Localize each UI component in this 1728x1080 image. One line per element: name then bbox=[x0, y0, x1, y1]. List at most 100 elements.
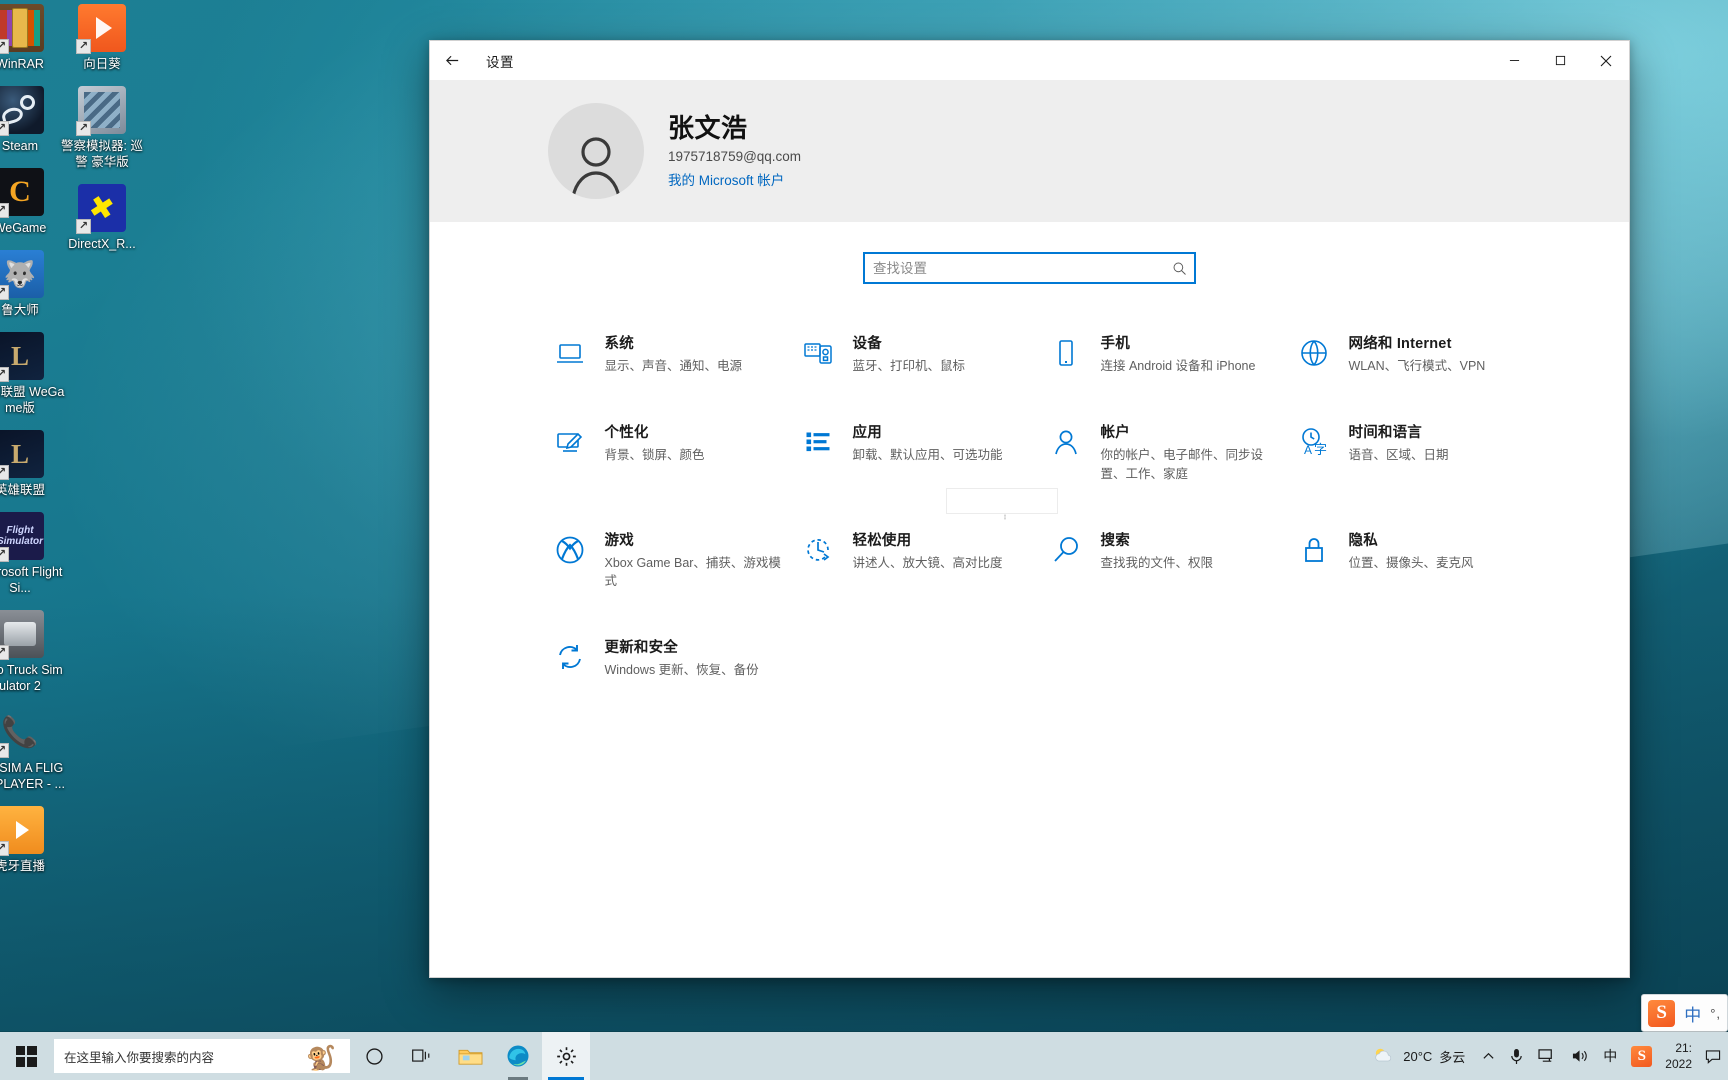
volume-button[interactable] bbox=[1564, 1032, 1596, 1080]
magnifier-icon bbox=[1045, 529, 1087, 571]
tile-title: 应用 bbox=[852, 425, 882, 442]
tile-phone[interactable]: 手机 连接 Android 设备和 iPhone bbox=[1039, 326, 1287, 383]
search-input[interactable] bbox=[865, 255, 1164, 281]
close-icon bbox=[1600, 55, 1612, 66]
tile-text: 个性化 背景、锁屏、颜色 bbox=[605, 423, 705, 464]
winrar-icon: ↗ bbox=[0, 4, 44, 54]
sogou-ime-floating-bar[interactable]: S 中 °, bbox=[1641, 994, 1728, 1032]
tile-title: 帐户 bbox=[1100, 425, 1130, 442]
desktop-icon-label: 英雄联盟 WeGame版 bbox=[0, 385, 65, 415]
tile-text: 隐私 位置、摄像头、麦克风 bbox=[1349, 531, 1474, 572]
start-button[interactable] bbox=[0, 1032, 52, 1080]
tile-gaming[interactable]: 游戏 Xbox Game Bar、捕获、游戏模式 bbox=[543, 523, 791, 598]
weather-temperature: 20°C bbox=[1403, 1048, 1433, 1064]
tile-search[interactable]: 搜索 查找我的文件、权限 bbox=[1039, 523, 1287, 598]
weather-widget[interactable]: 20°C 多云 bbox=[1358, 1032, 1475, 1080]
desktop-icon-directx[interactable]: ✖ ↗ DirectX_R... bbox=[56, 184, 148, 252]
tile-time-language[interactable]: A 字 时间和语言 语音、区域、日期 bbox=[1287, 415, 1535, 490]
file-explorer-button[interactable] bbox=[446, 1032, 494, 1080]
desktop-icon-msfs[interactable]: FlightSimulator↗ Microsoft Flight Si... bbox=[0, 512, 66, 596]
tile-subtitle: Windows 更新、恢复、备份 bbox=[604, 663, 759, 678]
taskbar-search-box[interactable]: 在这里输入你要搜索的内容 🐒 bbox=[54, 1039, 350, 1073]
tile-subtitle: 查找我的文件、权限 bbox=[1100, 555, 1214, 570]
network-button[interactable] bbox=[1531, 1032, 1564, 1080]
tile-personalization[interactable]: 个性化 背景、锁屏、颜色 bbox=[543, 415, 791, 490]
tile-accounts[interactable]: 帐户 你的帐户、电子邮件、同步设置、工作、家庭 bbox=[1039, 415, 1287, 490]
desktop-icon-label: DirectX_R... bbox=[68, 237, 136, 251]
desktop-icon-police-simulator[interactable]: ↗ 警察模拟器: 巡警 豪华版 bbox=[56, 86, 148, 170]
tile-privacy[interactable]: 隐私 位置、摄像头、麦克风 bbox=[1287, 523, 1535, 598]
monkey-mascot-icon: 🐒 bbox=[306, 1045, 336, 1072]
account-person-icon bbox=[1045, 421, 1087, 463]
cortana-button[interactable] bbox=[350, 1032, 398, 1080]
search-area bbox=[430, 222, 1629, 284]
search-box[interactable] bbox=[863, 252, 1196, 284]
tile-subtitle: 你的帐户、电子邮件、同步设置、工作、家庭 bbox=[1100, 448, 1264, 481]
close-button[interactable] bbox=[1583, 41, 1629, 80]
tile-title: 网络和 Internet bbox=[1348, 336, 1452, 352]
phone-icon bbox=[1045, 332, 1087, 374]
show-hidden-icons-button[interactable] bbox=[1475, 1032, 1502, 1080]
monitor-icon bbox=[549, 332, 591, 374]
tile-title: 更新和安全 bbox=[604, 640, 678, 656]
tile-text: 轻松使用 讲述人、放大镜、高对比度 bbox=[853, 531, 1003, 572]
clock[interactable]: 21: 2022 bbox=[1659, 1032, 1702, 1080]
tile-text: 帐户 你的帐户、电子邮件、同步设置、工作、家庭 bbox=[1101, 423, 1281, 482]
settings-body: 系统 显示、声音、通知、电源 设备 bbox=[430, 222, 1629, 977]
ime-mode-label[interactable]: 中 bbox=[1684, 1001, 1701, 1026]
cortana-circle-icon bbox=[365, 1047, 383, 1065]
window-title: 设置 bbox=[486, 54, 514, 70]
tile-text: 系统 显示、声音、通知、电源 bbox=[605, 334, 743, 375]
settings-tiles-grid: 系统 显示、声音、通知、电源 设备 蓝牙、打印机、鼠标 手机 连接 Androi… bbox=[525, 326, 1535, 687]
desktop-icon-sunflower[interactable]: ↗ 向日葵 bbox=[56, 4, 148, 72]
flight-simulator-icon: Flight Simulator ↗ bbox=[0, 512, 44, 562]
microphone-button[interactable] bbox=[1502, 1032, 1531, 1080]
tile-text: 游戏 Xbox Game Bar、捕获、游戏模式 bbox=[605, 531, 785, 590]
tile-system[interactable]: 系统 显示、声音、通知、电源 bbox=[543, 326, 791, 383]
desktop-icon-label: 英雄联盟 bbox=[0, 483, 45, 497]
microsoft-account-link[interactable]: 我的 Microsoft 帐户 bbox=[668, 169, 801, 189]
sogou-tray-button[interactable]: S bbox=[1624, 1032, 1659, 1080]
chevron-up-icon bbox=[1483, 1052, 1494, 1059]
desktop-icon-vatsim[interactable]: 📞↗ VATSIM A FLIGHT PLAYER - ... bbox=[0, 708, 66, 792]
ime-mode-button[interactable]: 中 bbox=[1596, 1032, 1624, 1080]
task-view-button[interactable] bbox=[398, 1032, 446, 1080]
desktop-icon-huya[interactable]: ↗ 虎牙直播 bbox=[0, 806, 66, 874]
back-button[interactable] bbox=[430, 41, 474, 80]
tile-title: 隐私 bbox=[1348, 532, 1378, 549]
tile-network-internet[interactable]: 网络和 Internet WLAN、飞行模式、VPN bbox=[1287, 326, 1535, 383]
steam-icon: ↗ bbox=[0, 86, 44, 136]
desktop-icon-label: WeGame bbox=[0, 221, 47, 235]
devices-icon bbox=[797, 332, 839, 374]
tile-ease-of-access[interactable]: 轻松使用 讲述人、放大镜、高对比度 bbox=[791, 523, 1039, 598]
tile-subtitle: 语音、区域、日期 bbox=[1348, 448, 1449, 463]
avatar[interactable] bbox=[548, 103, 644, 199]
task-view-icon bbox=[412, 1049, 430, 1062]
edge-button[interactable] bbox=[494, 1032, 542, 1080]
tile-title: 轻松使用 bbox=[852, 532, 912, 549]
partly-cloudy-icon bbox=[1375, 1048, 1392, 1062]
tile-text: 手机 连接 Android 设备和 iPhone bbox=[1101, 334, 1256, 375]
settings-taskbar-button[interactable] bbox=[542, 1032, 590, 1080]
minimize-button[interactable] bbox=[1491, 41, 1537, 80]
tile-title: 个性化 bbox=[604, 425, 649, 442]
settings-window: 设置 张文浩 1975718759@qq.com 我的 Microsoft 帐户… bbox=[429, 40, 1630, 978]
tile-title: 时间和语言 bbox=[1348, 425, 1422, 442]
person-avatar-icon bbox=[571, 137, 621, 198]
sogou-logo-icon[interactable]: S bbox=[1648, 999, 1676, 1027]
tile-text: 更新和安全 Windows 更新、恢复、备份 bbox=[605, 638, 759, 679]
desktop-icon-label: Euro Truck Simulator 2 bbox=[0, 663, 63, 693]
tile-devices[interactable]: 设备 蓝牙、打印机、鼠标 bbox=[791, 326, 1039, 383]
notification-center-button[interactable] bbox=[1702, 1032, 1724, 1080]
tile-apps[interactable]: 应用 卸载、默认应用、可选功能 bbox=[791, 415, 1039, 490]
desktop-icon-label: Steam bbox=[1, 139, 39, 153]
desktop-icon-ets2[interactable]: ↗ Euro Truck Simulator 2 bbox=[0, 610, 66, 694]
tile-update-security[interactable]: 更新和安全 Windows 更新、恢复、备份 bbox=[543, 630, 791, 687]
ime-punctuation-toggle[interactable]: °, bbox=[1710, 1006, 1721, 1021]
search-icon[interactable] bbox=[1164, 261, 1194, 276]
euro-truck-simulator-icon: ↗ bbox=[0, 610, 44, 660]
desktop-icon-lol[interactable]: L ↗ 英雄联盟 bbox=[0, 430, 66, 498]
desktop-icon-lol-wegame[interactable]: L↗ 英雄联盟 WeGame版 bbox=[0, 332, 66, 416]
account-header: 张文浩 1975718759@qq.com 我的 Microsoft 帐户 bbox=[430, 80, 1629, 222]
maximize-button[interactable] bbox=[1537, 41, 1583, 80]
